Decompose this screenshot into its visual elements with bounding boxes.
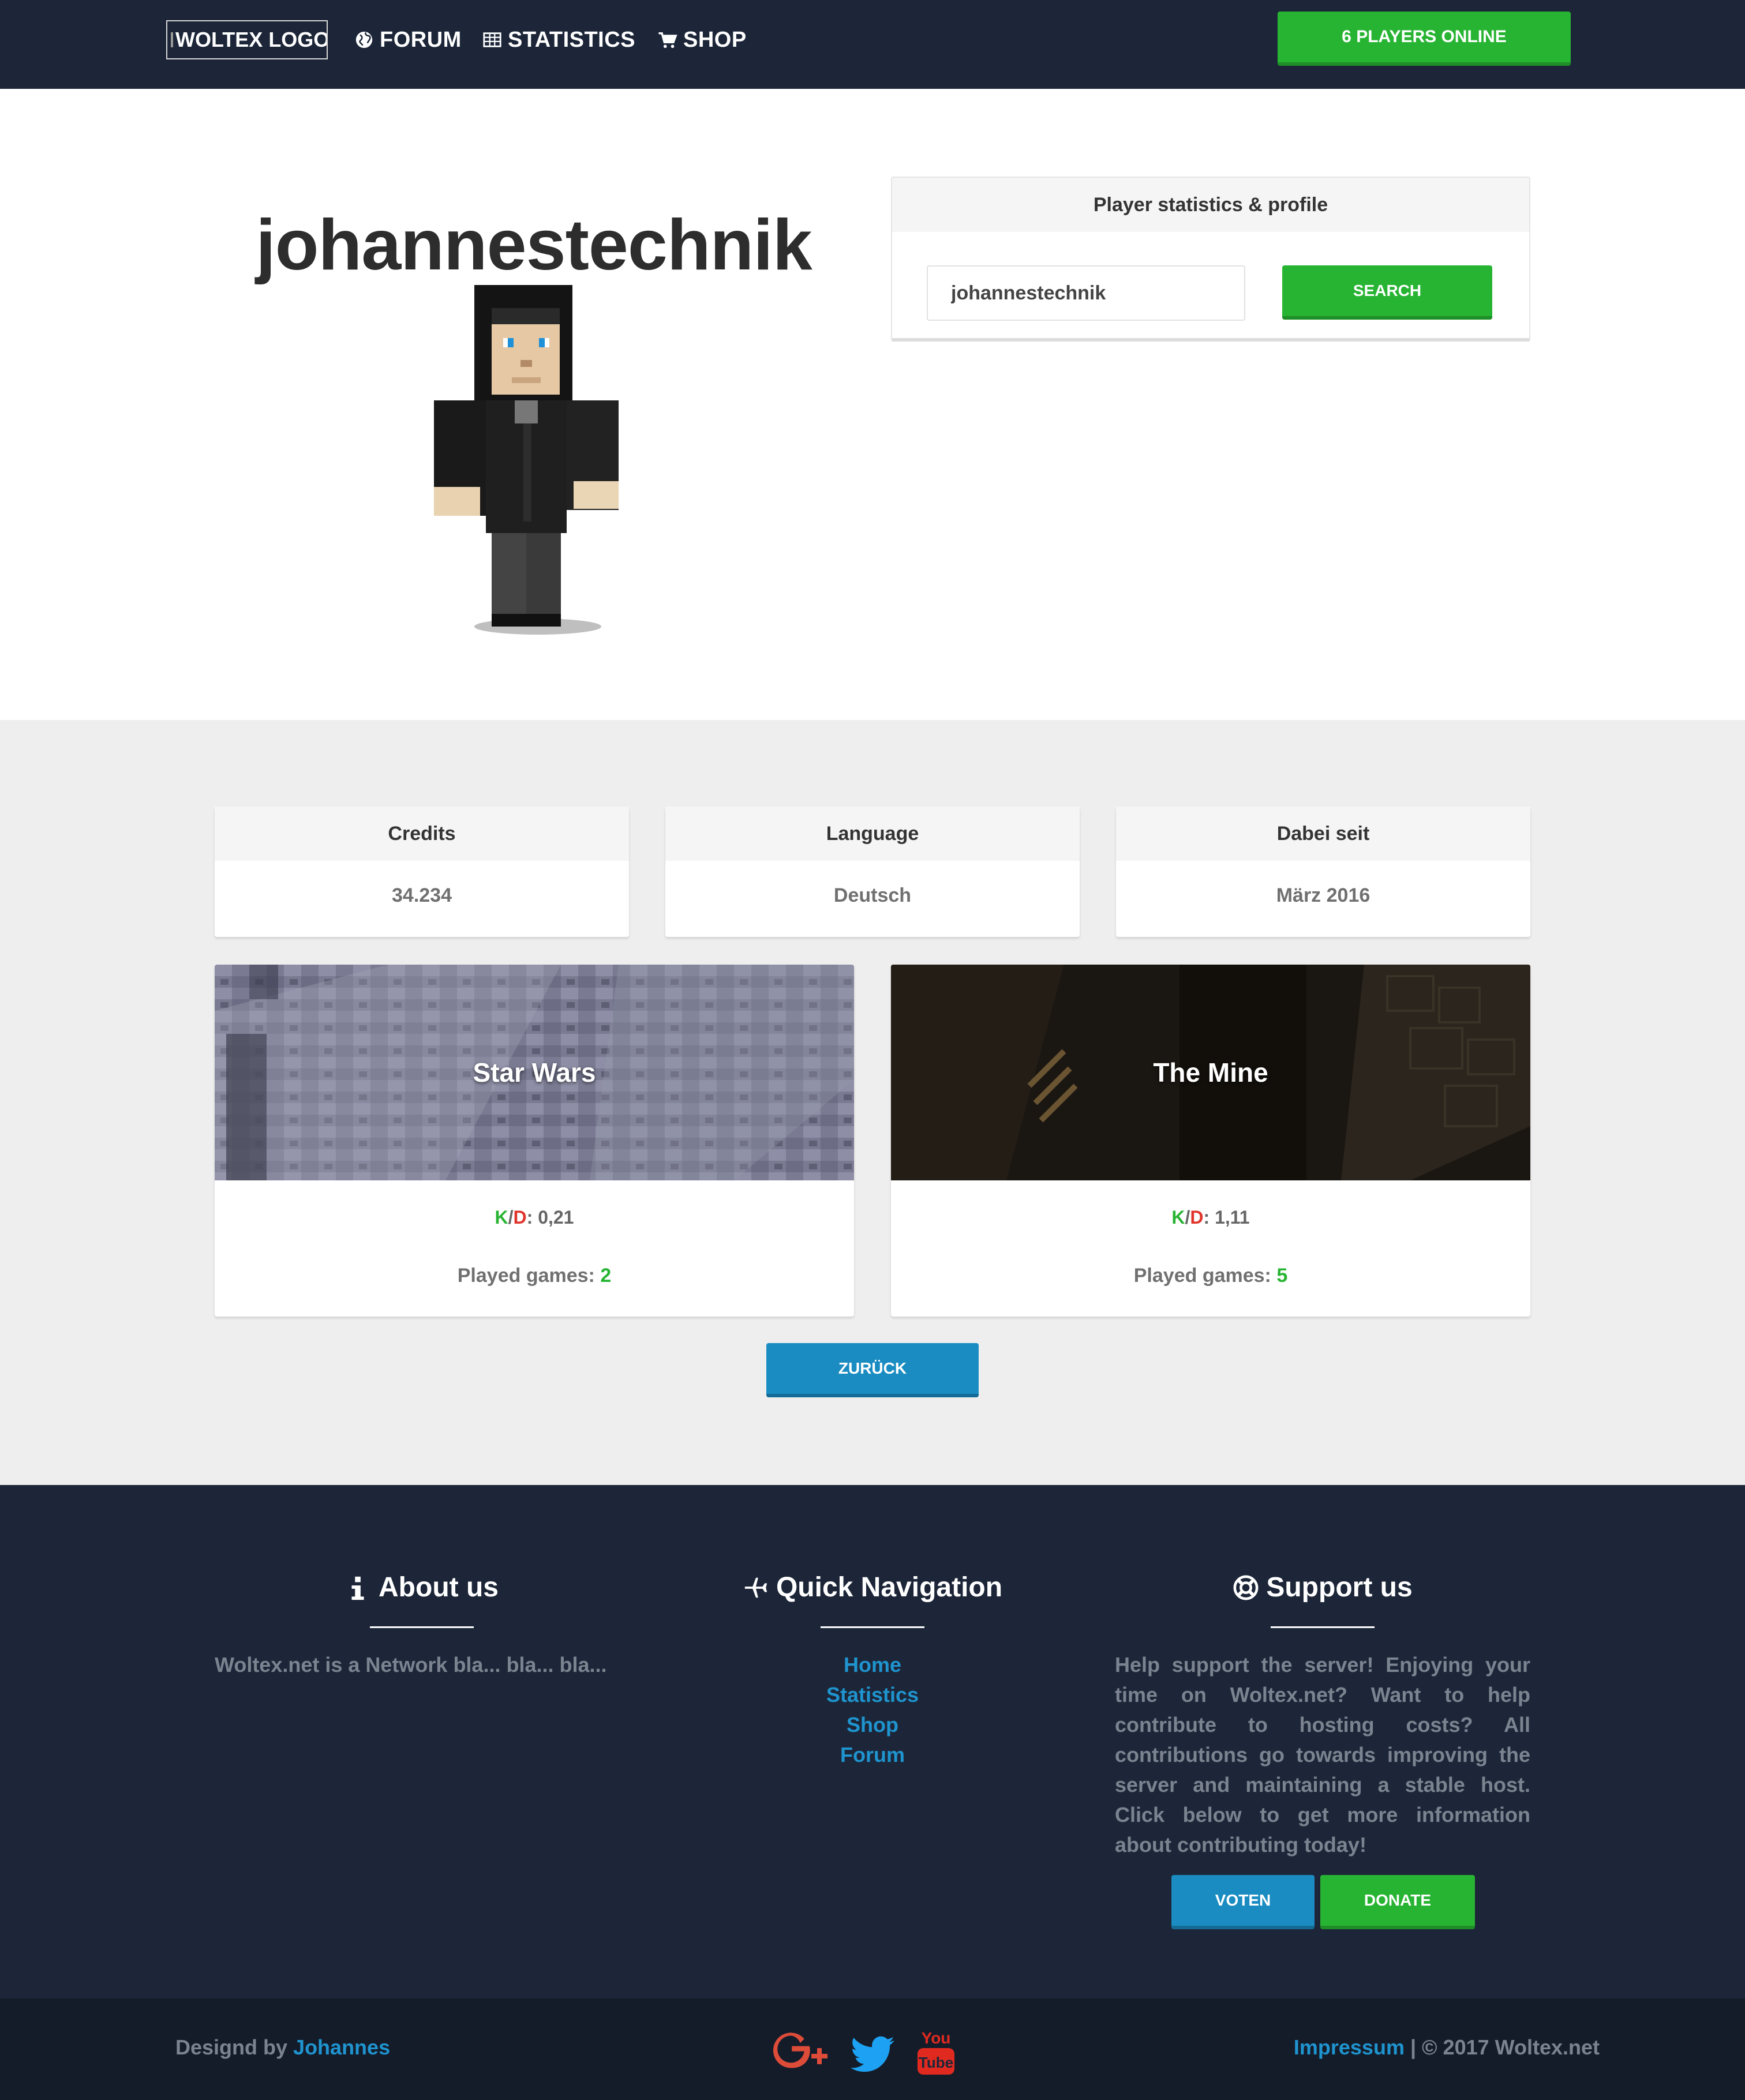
kd-k: K [1171, 1207, 1185, 1228]
nav-statistics-label: STATISTICS [508, 27, 636, 52]
game-title: The Mine [1153, 1058, 1268, 1088]
impressum-link[interactable]: Impressum [1294, 2035, 1405, 2059]
copyright-text: | © 2017 Woltex.net [1404, 2035, 1600, 2059]
designer-link[interactable]: Johannes [293, 2035, 390, 2059]
youtube-you-label: You [922, 2029, 951, 2047]
info-card-credits: Credits 34.234 [215, 807, 629, 937]
nav-forum[interactable]: FORUM [354, 27, 462, 53]
info-value: Deutsch [833, 884, 912, 906]
back-button[interactable]: ZURÜCK [766, 1343, 979, 1397]
played-label: Played games: [457, 1265, 595, 1287]
played-games: Played games: 2 [215, 1265, 854, 1287]
footer-link-home[interactable]: Home [665, 1650, 1080, 1680]
globe-icon [355, 31, 373, 48]
footer-quick-navigation: Quick Navigation Home Statistics Shop Fo… [665, 1572, 1080, 1770]
footer-support-text: Help support the server! Enjoying your t… [1115, 1653, 1530, 1857]
player-name: johannestechnik [256, 205, 812, 285]
logo-alt-text: WOLTEX LOGO [175, 28, 328, 51]
footer-about-heading: About us [215, 1572, 629, 1603]
nav-statistics[interactable]: STATISTICS [482, 27, 635, 53]
player-search-card: Player statistics & profile SEARCH [891, 177, 1530, 342]
nav-forum-label: FORUM [380, 27, 462, 52]
lifebuoy-icon [1233, 1575, 1259, 1600]
youtube-icon[interactable]: You Tube [915, 2027, 957, 2077]
player-search-input[interactable] [927, 265, 1245, 321]
bottom-bar: Designd by Johannes You Tube Impressum |… [0, 1998, 1745, 2100]
legal-info: Impressum | © 2017 Woltex.net [1294, 2035, 1600, 2060]
info-label: Language [665, 807, 1080, 861]
search-button[interactable]: SEARCH [1282, 265, 1492, 320]
plane-icon [744, 1577, 767, 1597]
nav-shop-label: SHOP [683, 27, 747, 52]
footer-support-heading: Support us [1115, 1572, 1530, 1603]
played-value: 5 [1276, 1265, 1288, 1287]
footer-link-shop[interactable]: Shop [665, 1710, 1080, 1740]
kd-k: K [495, 1207, 508, 1228]
footer-support: Support us Help support the server! Enjo… [1115, 1572, 1530, 1860]
divider [821, 1626, 924, 1628]
footer-about-title: About us [379, 1572, 499, 1603]
divider [1271, 1626, 1375, 1628]
kd-slash: / [508, 1207, 514, 1228]
info-icon [351, 1576, 364, 1600]
footer-link-forum[interactable]: Forum [665, 1740, 1080, 1770]
credit-prefix: Designd by [175, 2035, 288, 2059]
designer-credit: Designd by Johannes [175, 2035, 390, 2060]
footer-about-text: Woltex.net is a Network bla... bla... bl… [215, 1653, 607, 1677]
played-label: Played games: [1133, 1265, 1271, 1287]
broken-image-icon [171, 32, 173, 47]
game-card-star-wars: Star Wars K/D: 0,21 Played games: 2 [215, 965, 854, 1317]
kd-sep: : [1203, 1207, 1210, 1228]
game-card-the-mine: The Mine K/D: 1,11 Played games: 5 [891, 965, 1530, 1317]
table-icon [483, 32, 501, 47]
woltex-logo[interactable]: WOLTEX LOGO [166, 20, 328, 59]
footer-link-statistics[interactable]: Statistics [665, 1680, 1080, 1710]
divider [370, 1626, 474, 1628]
youtube-tube-label: Tube [919, 2054, 953, 2071]
vote-button[interactable]: VOTEN [1171, 1875, 1315, 1929]
footer-support-title: Support us [1266, 1572, 1413, 1603]
profile-hero: johannestechnik Player statistics & prof… [0, 89, 1745, 720]
kd-ratio: K/D: 0,21 [215, 1207, 854, 1228]
kd-sep: : [526, 1207, 533, 1228]
info-value: 34.234 [392, 884, 452, 906]
search-card-title: Player statistics & profile [892, 178, 1529, 232]
google-plus-icon[interactable] [772, 2032, 833, 2078]
top-navbar: WOLTEX LOGO FORUM STATISTICS SHOP 6 PLAY… [0, 0, 1745, 89]
footer-nav-heading: Quick Navigation [665, 1572, 1080, 1603]
twitter-icon[interactable] [851, 2035, 894, 2073]
kd-value: 1,11 [1215, 1207, 1250, 1228]
kd-ratio: K/D: 1,11 [891, 1207, 1530, 1228]
cart-icon [658, 32, 677, 48]
game-title: Star Wars [473, 1058, 596, 1088]
info-card-member-since: Dabei seit März 2016 [1116, 807, 1530, 937]
info-label: Dabei seit [1116, 807, 1530, 861]
kd-value: 0,21 [538, 1207, 574, 1228]
info-card-language: Language Deutsch [665, 807, 1080, 937]
players-online-button[interactable]: 6 PLAYERS ONLINE [1278, 12, 1571, 66]
footer-nav-links: Home Statistics Shop Forum [665, 1650, 1080, 1770]
stats-section: Credits 34.234 Language Deutsch Dabei se… [0, 720, 1745, 1485]
footer: About us Woltex.net is a Network bla... … [0, 1485, 1745, 1998]
donate-button[interactable]: DONATE [1320, 1875, 1475, 1929]
kd-d: D [513, 1207, 527, 1228]
footer-about: About us Woltex.net is a Network bla... … [215, 1572, 629, 1680]
player-skin-render [434, 285, 619, 635]
footer-nav-title: Quick Navigation [776, 1572, 1003, 1603]
nav-shop[interactable]: SHOP [658, 27, 747, 53]
kd-d: D [1190, 1207, 1204, 1228]
played-value: 2 [600, 1265, 612, 1287]
played-games: Played games: 5 [891, 1265, 1530, 1287]
info-label: Credits [215, 807, 629, 861]
info-value: März 2016 [1276, 884, 1370, 906]
